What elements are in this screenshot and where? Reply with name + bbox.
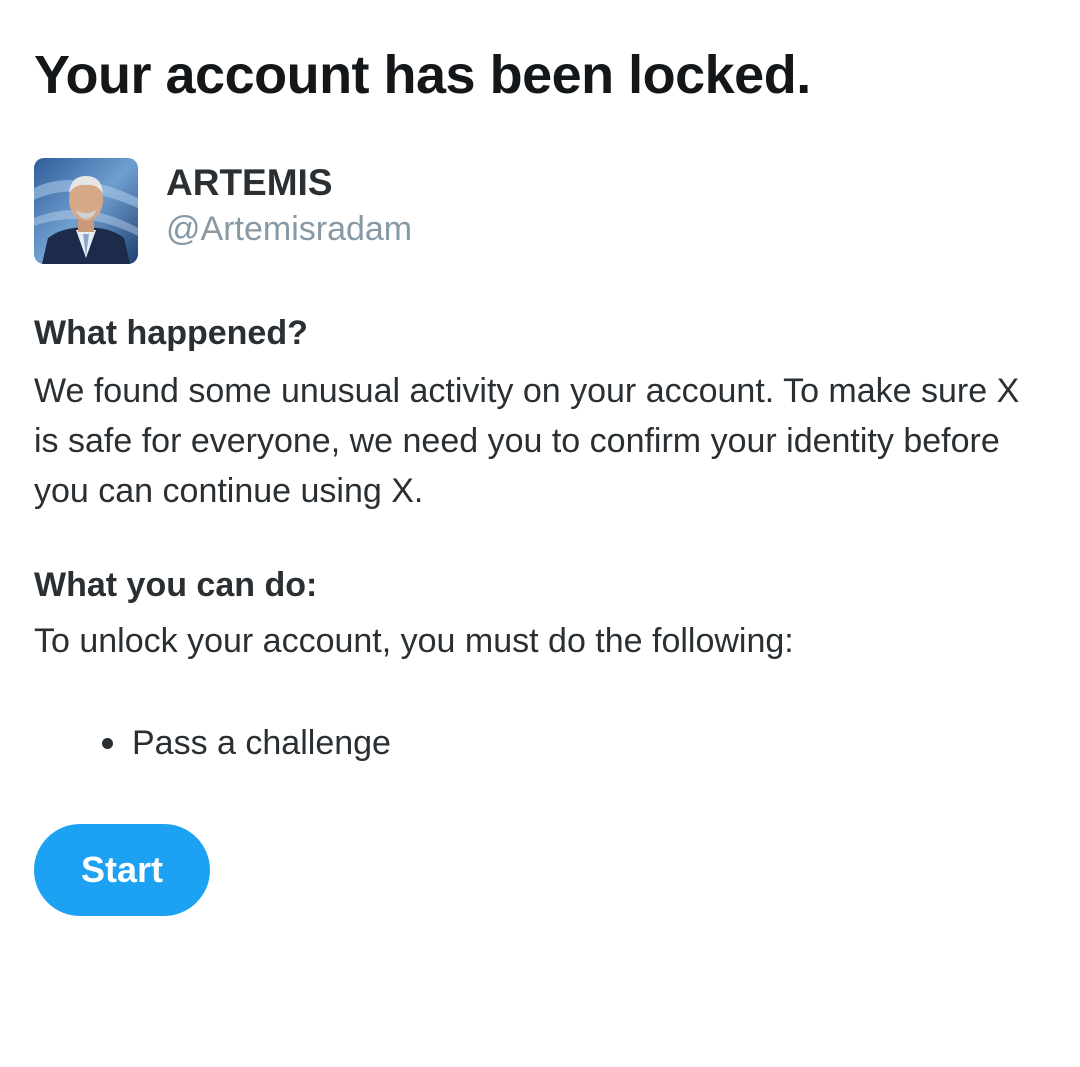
list-item: Pass a challenge xyxy=(34,718,391,768)
step-label: Pass a challenge xyxy=(132,724,391,762)
steps-list: Pass a challenge xyxy=(34,718,391,768)
what-happened-text: We found some unusual activity on your a… xyxy=(34,372,1020,510)
bullet-icon xyxy=(102,738,113,749)
avatar xyxy=(34,158,138,264)
start-button[interactable]: Start xyxy=(34,824,210,916)
user-handle: @Artemisradam xyxy=(166,210,413,248)
what-you-can-do-heading: What you can do: xyxy=(34,566,318,604)
what-you-can-do-text: To unlock your account, you must do the … xyxy=(34,622,794,660)
what-happened-heading: What happened? xyxy=(34,314,308,352)
page-title: Your account has been locked. xyxy=(34,45,811,105)
profile-card: ARTEMIS @Artemisradam xyxy=(34,158,734,266)
avatar-photo xyxy=(34,158,138,264)
display-name: ARTEMIS xyxy=(166,162,333,203)
